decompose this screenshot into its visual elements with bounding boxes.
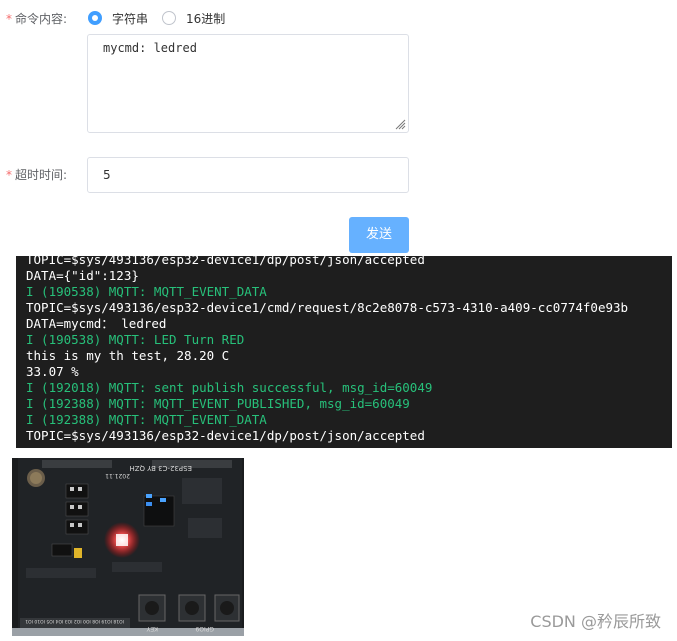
console-output: TOPIC=$sys/493136/esp32-device1/dp/post/… <box>16 256 672 448</box>
radio-unchecked-icon <box>162 11 177 25</box>
timeout-input-value: 5 <box>103 168 111 182</box>
board-silk-title: ESP32-C3 BY QZH <box>129 464 192 472</box>
console-line: I (190538) MQTT: LED Turn RED <box>26 332 245 347</box>
board-silk-pins: IO18 IO19 IO8 IO0 IO2 IO3 IO4 IO5 IO10 I… <box>25 618 124 624</box>
console-line: DATA=mycmd： ledred <box>26 316 167 331</box>
watermark: CSDN @矜辰所致 <box>530 612 661 631</box>
console-line: I (192388) MQTT: MQTT_EVENT_DATA <box>26 412 267 427</box>
radio-hex-label: 16进制 <box>186 11 226 26</box>
command-textarea-value: mycmd: ledred <box>103 41 197 55</box>
board-photo: ESP32-C3 BY QZH 2021.11 KEY GPIO9 IO18 I… <box>12 458 244 636</box>
command-content-label: * 命令内容: <box>6 10 67 27</box>
radio-string[interactable]: 字符串 <box>88 10 148 27</box>
board-silk-year: 2021.11 <box>105 472 130 479</box>
required-mark: * <box>6 168 12 182</box>
timeout-input[interactable]: 5 <box>87 157 409 193</box>
console-line: DATA={"id":123} <box>26 268 139 283</box>
required-mark: * <box>6 12 12 26</box>
command-content-label-text: 命令内容: <box>15 12 68 26</box>
board-silk-gpio: GPIO9 <box>195 625 214 632</box>
radio-hex[interactable]: 16进制 <box>162 10 225 27</box>
radio-string-label: 字符串 <box>112 11 149 26</box>
timeout-label-text: 超时时间: <box>15 168 68 182</box>
board-silk-key: KEY <box>146 625 158 632</box>
console-line: 33.07 % <box>26 364 79 379</box>
console-line: I (192018) MQTT: sent publish successful… <box>26 380 433 395</box>
console-line: TOPIC=$sys/493136/esp32-device1/dp/post/… <box>26 256 425 267</box>
console-line: TOPIC=$sys/493136/esp32-device1/dp/post/… <box>26 428 425 443</box>
console-line: TOPIC=$sys/493136/esp32-device1/cmd/requ… <box>26 300 629 315</box>
send-button[interactable]: 发送 <box>349 217 409 253</box>
resize-handle-icon[interactable] <box>394 118 406 130</box>
board-photo-svg: ESP32-C3 BY QZH 2021.11 KEY GPIO9 IO18 I… <box>12 458 244 636</box>
console-line: this is my th test, 28.20 C <box>26 348 230 363</box>
command-textarea[interactable]: mycmd: ledred <box>87 34 409 133</box>
timeout-label: * 超时时间: <box>6 166 67 183</box>
radio-checked-icon <box>88 11 102 25</box>
format-radio-group: 字符串 16进制 <box>88 9 239 27</box>
console-line: I (190538) MQTT: MQTT_EVENT_DATA <box>26 284 267 299</box>
console-line: I (192388) MQTT: MQTT_EVENT_PUBLISHED, m… <box>26 396 410 411</box>
